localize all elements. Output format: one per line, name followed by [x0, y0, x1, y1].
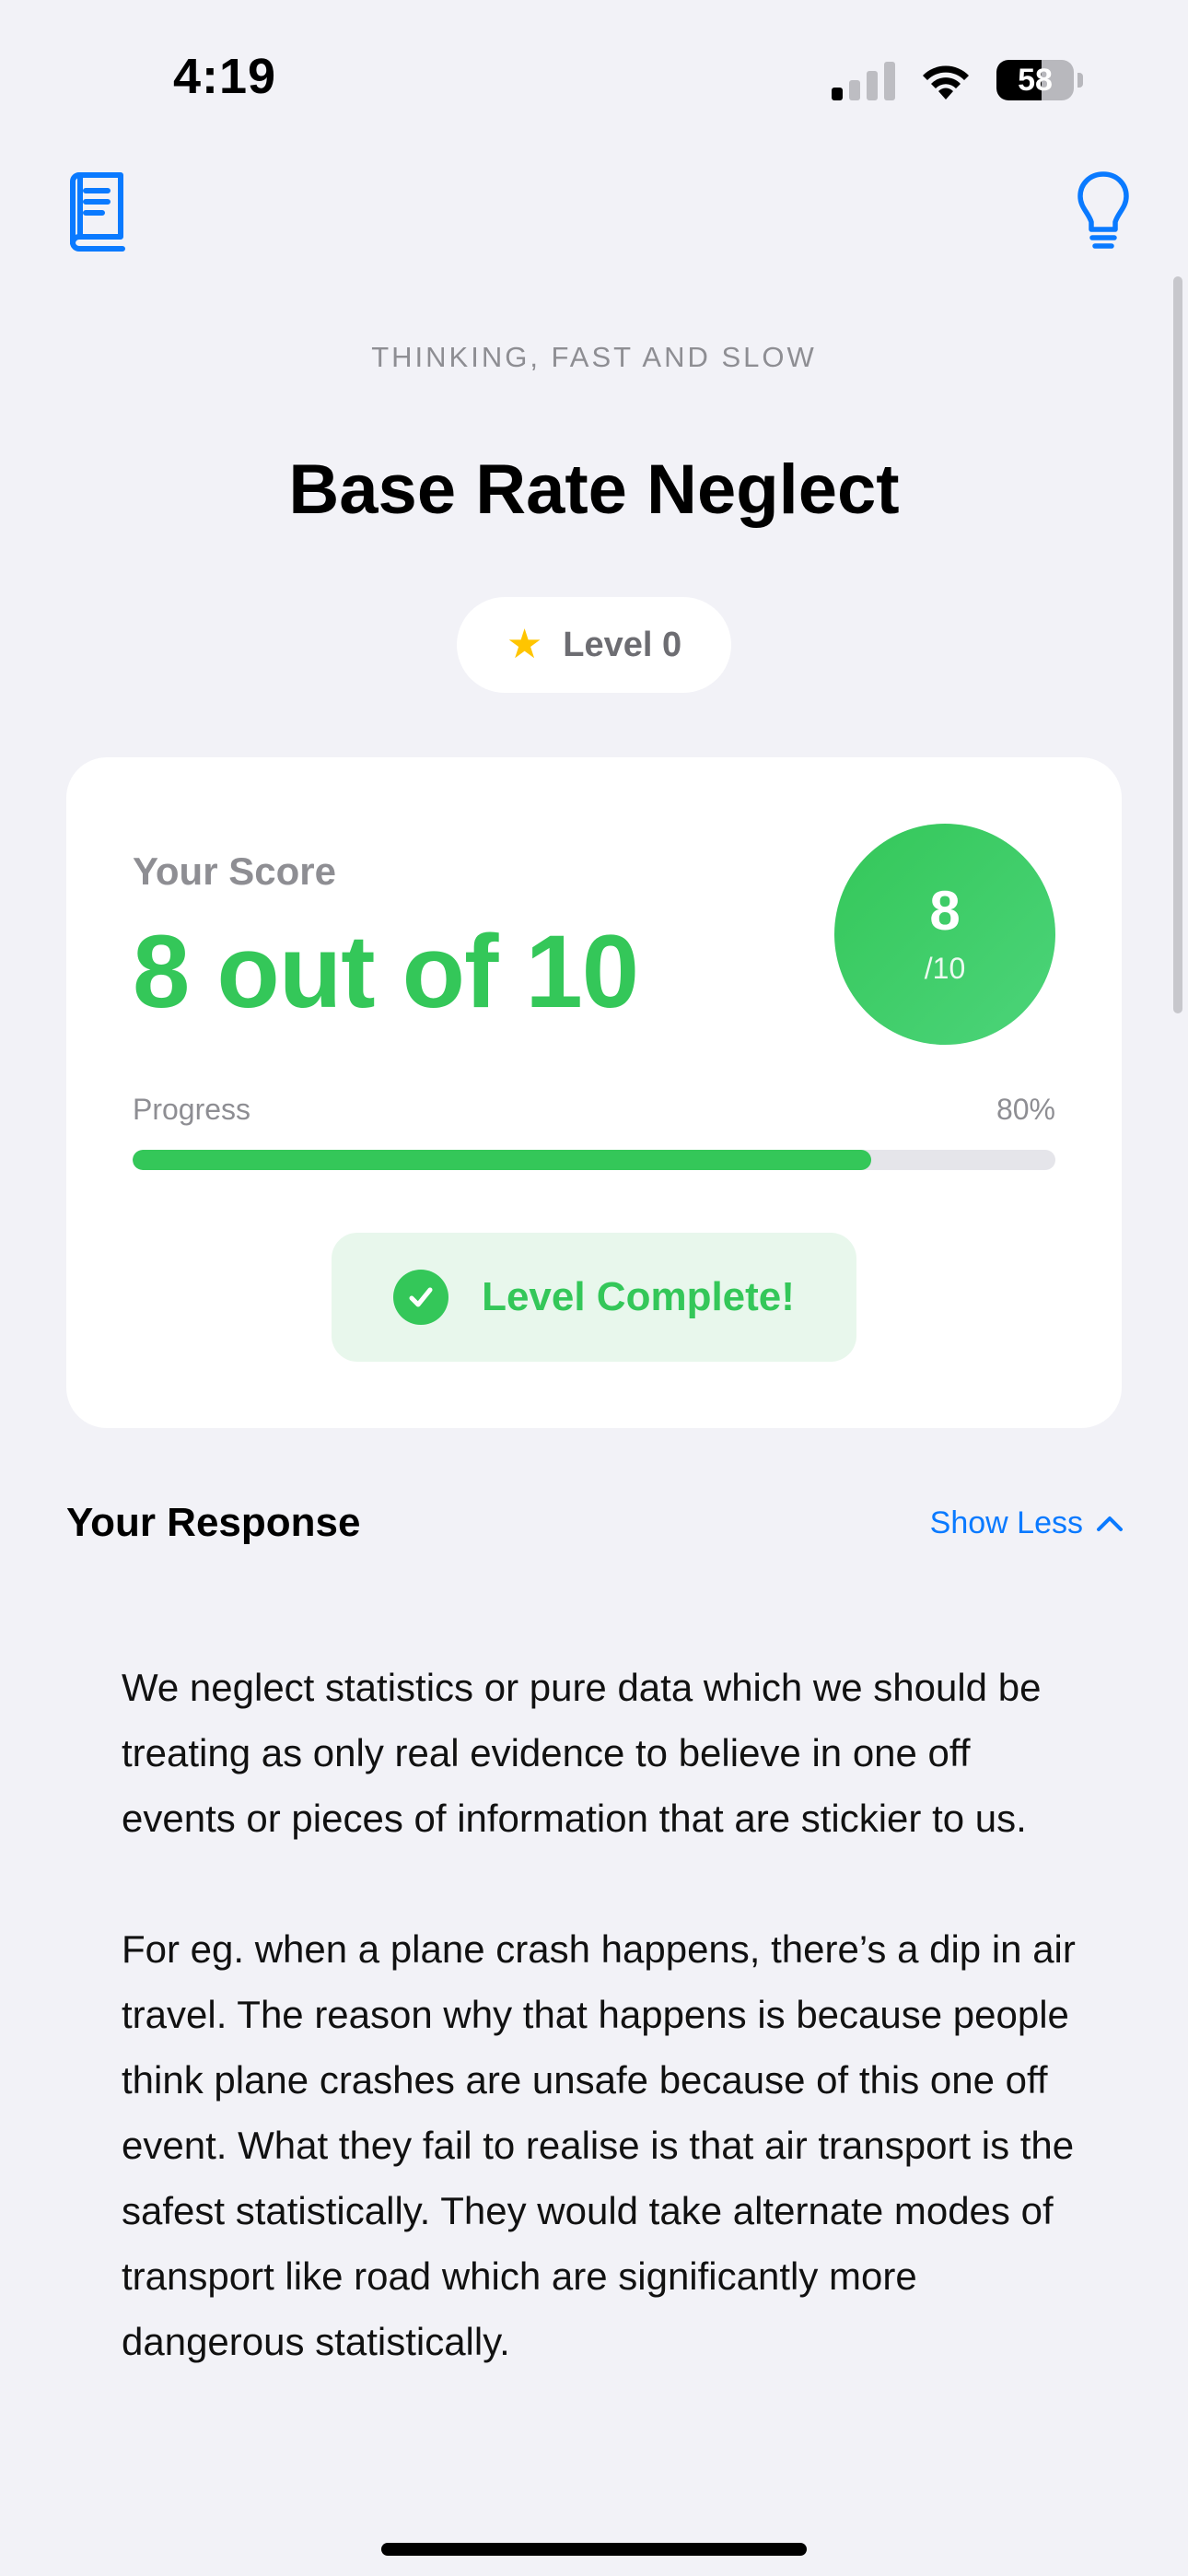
book-button[interactable]	[59, 166, 133, 258]
progress-bar	[133, 1150, 1055, 1170]
score-circle: 8 /10	[834, 824, 1055, 1045]
screen: 4:19 58 THINKING, FAST AND SLOW Base Rat…	[0, 0, 1188, 2576]
chevron-up-icon	[1097, 1516, 1123, 1531]
battery-icon: 58	[996, 60, 1074, 100]
response-text: We neglect statistics or pure data which…	[122, 1655, 1079, 2440]
level-complete-text: Level Complete!	[482, 1274, 795, 1319]
score-label: Your Score	[133, 849, 336, 893]
checkmark-circle-icon	[393, 1270, 449, 1325]
wifi-icon	[923, 65, 969, 100]
score-value: 8 out of 10	[133, 914, 639, 1029]
hint-button[interactable]	[1066, 166, 1140, 258]
level-complete-banner: Level Complete!	[332, 1233, 856, 1362]
star-icon: ★	[506, 622, 543, 667]
progress-bar-fill	[133, 1150, 871, 1170]
response-title: Your Response	[66, 1500, 361, 1545]
show-less-button[interactable]: Show Less	[930, 1505, 1124, 1541]
response-paragraph: We neglect statistics or pure data which…	[122, 1666, 1042, 1840]
level-label: Level 0	[563, 625, 682, 664]
lightbulb-icon	[1077, 171, 1129, 249]
level-badge: ★ Level 0	[457, 597, 731, 693]
score-circle-value: 8	[929, 879, 961, 942]
book-title: THINKING, FAST AND SLOW	[371, 341, 817, 373]
scroll-indicator[interactable]	[1173, 276, 1182, 1013]
battery-tip	[1077, 73, 1083, 88]
page-title: Base Rate Neglect	[288, 451, 900, 529]
progress-label: Progress	[133, 1093, 251, 1126]
status-time: 4:19	[173, 49, 277, 104]
score-circle-total: /10	[924, 951, 966, 985]
score-card: Your Score 8 out of 10 8 /10 Progress 80…	[66, 757, 1122, 1428]
response-paragraph: For eg. when a plane crash happens, ther…	[122, 1927, 1076, 2363]
book-icon	[70, 172, 125, 252]
show-less-label: Show Less	[929, 1505, 1083, 1540]
progress-percent: 80%	[996, 1093, 1055, 1126]
cellular-signal-icon	[832, 60, 895, 100]
battery-group: 58	[996, 60, 1083, 100]
home-indicator[interactable]	[381, 2543, 807, 2556]
battery-percent: 58	[1018, 62, 1053, 98]
status-icons: 58	[832, 57, 1083, 103]
